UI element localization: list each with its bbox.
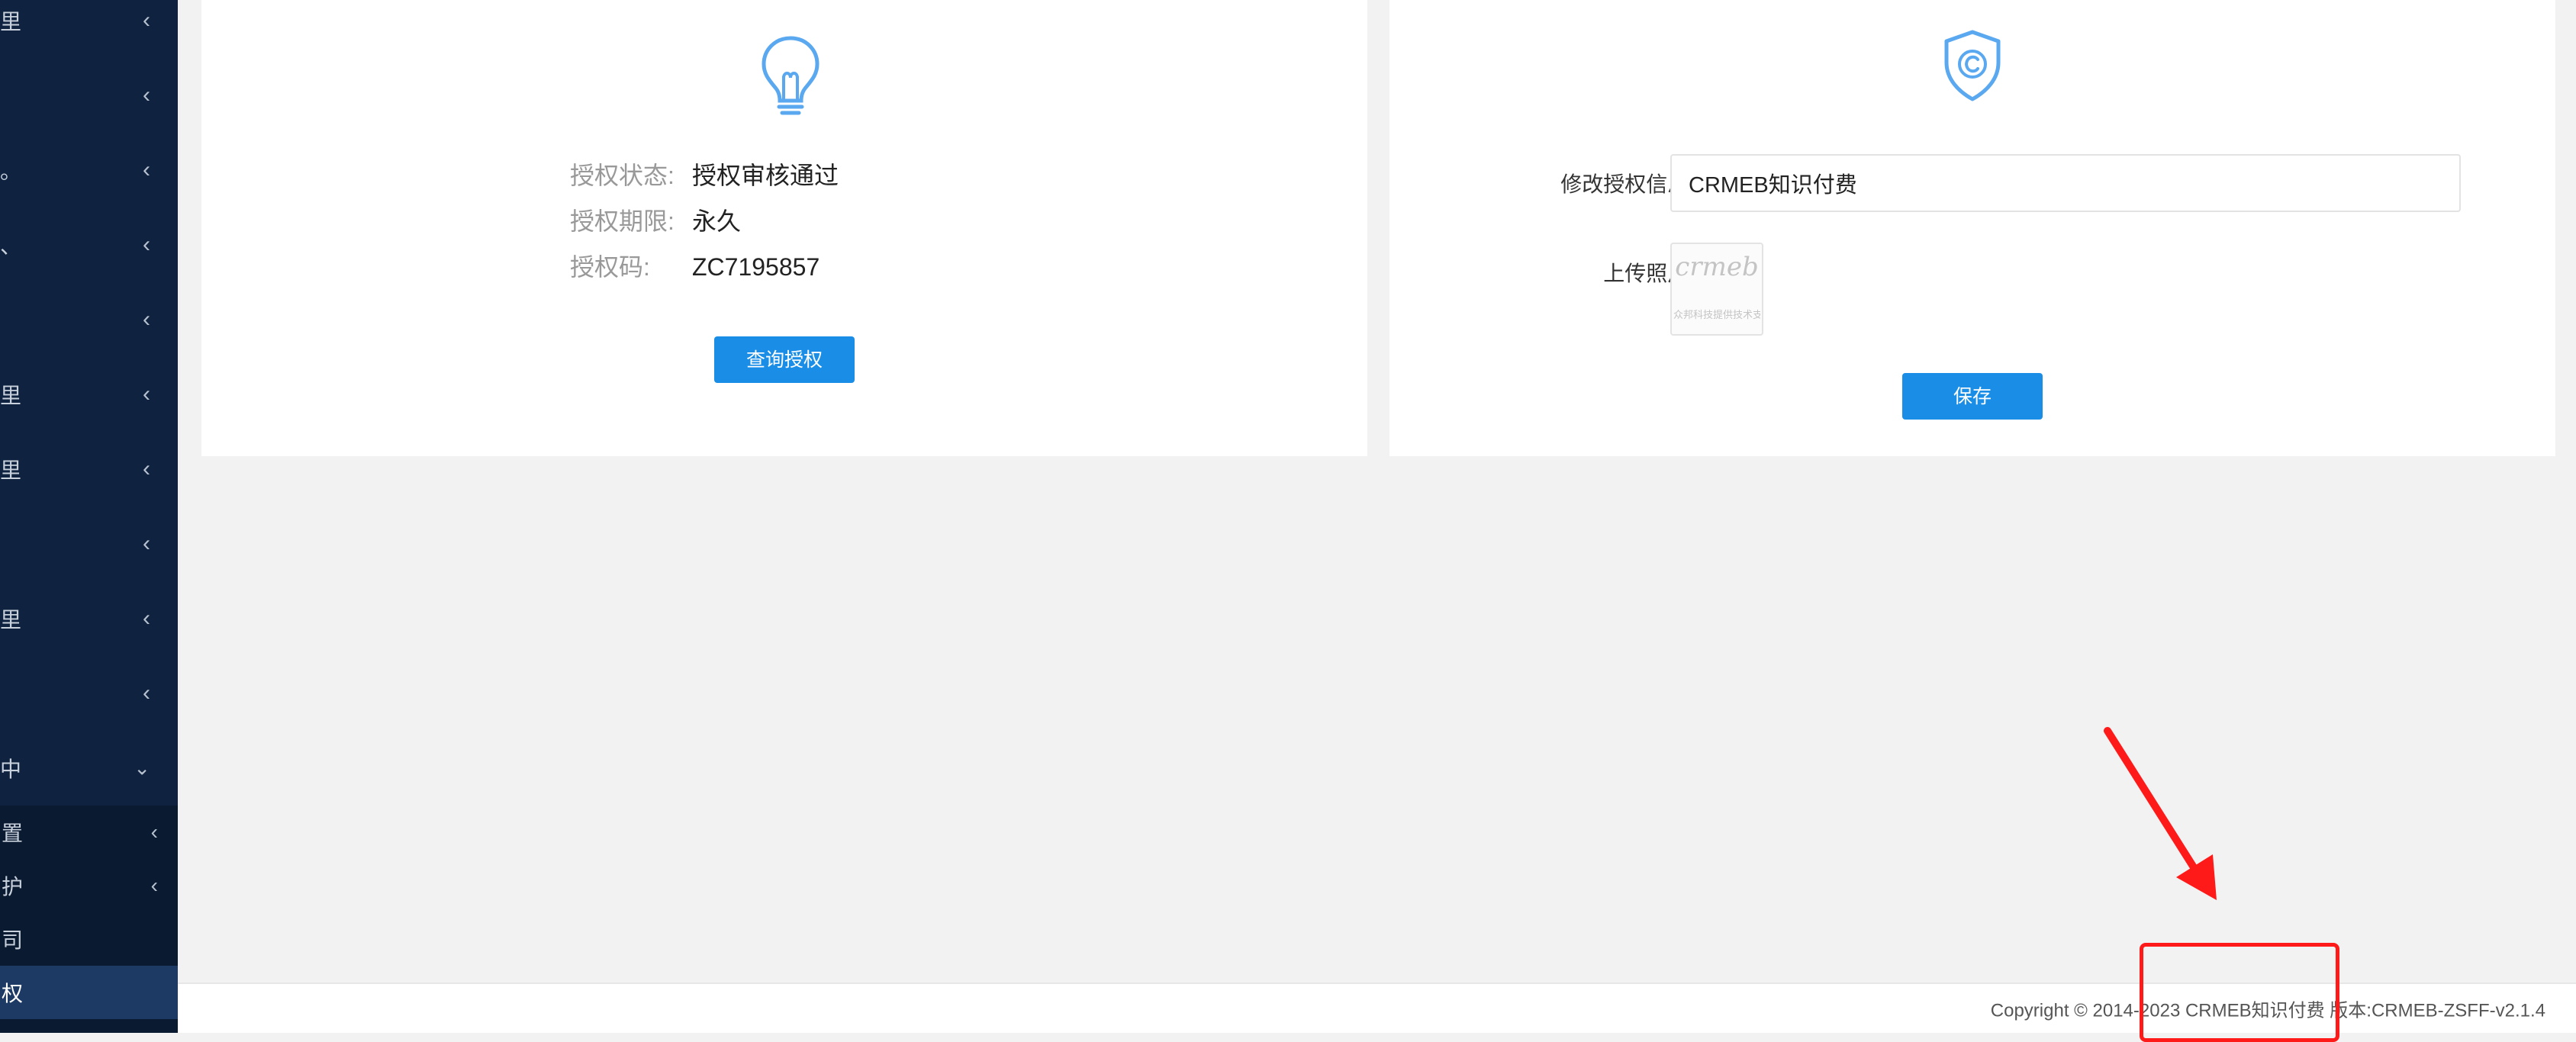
query-authorization-button[interactable]: 查询授权	[714, 336, 855, 383]
submenu-item-label: 护	[2, 875, 24, 899]
auth-status-card: 授权状态: 授权审核通过 授权期限: 永久 授权码: ZC7195857 查询授权	[201, 0, 1367, 456]
chevron-left-icon: ‹	[150, 873, 158, 897]
sidebar-submenu: 置 ‹ 护 ‹ 司 权	[0, 806, 178, 1033]
submenu-item-3[interactable]: 司	[0, 912, 178, 966]
sidebar-item-1[interactable]: 里 ‹	[0, 0, 178, 58]
chevron-left-icon: ‹	[143, 531, 150, 556]
auth-period-label: 授权期限:	[570, 207, 675, 235]
sidebar-group-label: 中	[0, 757, 22, 781]
sidebar-item-label: 里	[0, 384, 22, 407]
auth-info-label: 修改授权信息:	[1560, 172, 1695, 196]
sidebar-item-10[interactable]: ‹	[0, 656, 178, 731]
sidebar-item-label: 里	[0, 458, 22, 482]
chevron-left-icon: ‹	[143, 82, 150, 108]
lightbulb-icon	[756, 34, 825, 117]
sidebar-item-label: 里	[0, 608, 22, 632]
chevron-down-icon: ⌄	[134, 756, 150, 780]
submenu-item-4-active[interactable]: 权	[0, 966, 178, 1019]
sidebar-group-expanded[interactable]: 中 ⌄	[0, 731, 178, 806]
auth-code-value: ZC7195857	[692, 253, 820, 281]
submenu-item-label: 置	[2, 822, 24, 845]
chevron-left-icon: ‹	[143, 8, 150, 33]
submenu-item-2[interactable]: 护 ‹	[0, 859, 178, 912]
sidebar-item-4[interactable]: 、 ‹	[0, 207, 178, 282]
chevron-left-icon: ‹	[143, 680, 150, 706]
auth-info-input[interactable]	[1670, 154, 2461, 212]
sidebar-item-3[interactable]: 。 ‹	[0, 133, 178, 207]
auth-period-value: 永久	[692, 207, 742, 235]
sidebar-item-7[interactable]: 里 ‹	[0, 432, 178, 507]
auth-status-value: 授权审核通过	[692, 162, 839, 189]
sidebar-item-label: 里	[0, 10, 22, 34]
upload-photo-label: 上传照片:	[1603, 262, 1695, 285]
submenu-item-label: 权	[2, 982, 24, 1005]
crmeb-logo: crmeb	[1675, 252, 1759, 282]
submenu-item-1[interactable]: 置 ‹	[0, 806, 178, 859]
sidebar-item-5[interactable]: ‹	[0, 282, 178, 357]
chevron-left-icon: ‹	[143, 606, 150, 631]
auth-status-row: 授权状态: 授权审核通过	[570, 156, 839, 195]
chevron-left-icon: ‹	[150, 820, 158, 844]
sidebar-item-label: 、	[0, 234, 22, 258]
annotation-highlight-box	[2140, 943, 2339, 1042]
sidebar-item-9[interactable]: 里 ‹	[0, 581, 178, 656]
shield-copyright-icon	[1942, 29, 2011, 113]
auth-code-row: 授权码: ZC7195857	[570, 248, 819, 286]
sidebar-item-8[interactable]: ‹	[0, 507, 178, 581]
save-button[interactable]: 保存	[1902, 373, 2043, 420]
auth-code-label: 授权码:	[570, 253, 650, 281]
sidebar-item-2[interactable]: ‹	[0, 58, 178, 133]
chevron-left-icon: ‹	[143, 381, 150, 407]
thumbnail-caption: 众邦科技提供技术支持	[1673, 309, 1760, 320]
annotation-arrow	[2104, 727, 2217, 900]
chevron-left-icon: ‹	[143, 232, 150, 257]
auth-period-row: 授权期限: 永久	[570, 202, 741, 240]
chevron-left-icon: ‹	[143, 157, 150, 182]
upload-photo-thumbnail[interactable]: crmeb 众邦科技提供技术支持	[1670, 243, 1763, 336]
sidebar-item-6[interactable]: 里 ‹	[0, 357, 178, 432]
submenu-item-label: 司	[2, 928, 24, 952]
chevron-left-icon: ‹	[143, 456, 150, 481]
chevron-left-icon: ‹	[143, 307, 150, 332]
sidebar: 里 ‹ ‹ 。 ‹ 、 ‹ ‹ 里 ‹ 里 ‹ ‹ 里 ‹ ‹ 中 ⌄ 置 ‹ …	[0, 0, 178, 1033]
auth-status-label: 授权状态:	[570, 162, 675, 189]
sidebar-item-label: 。	[0, 159, 22, 183]
edit-auth-card: 修改授权信息: 上传照片: crmeb 众邦科技提供技术支持 保存	[1389, 0, 2555, 456]
